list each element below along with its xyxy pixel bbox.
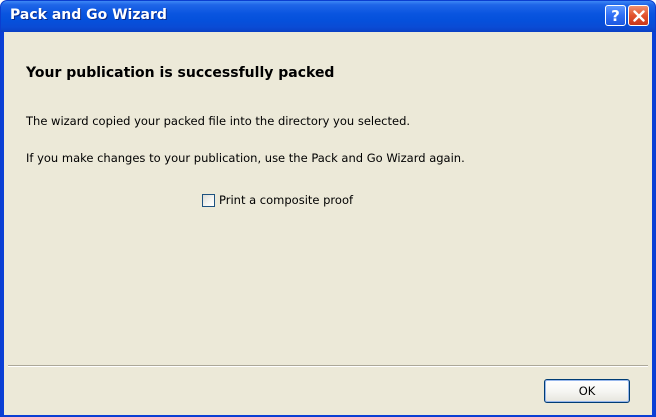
separator	[8, 365, 648, 367]
ok-button[interactable]: OK	[544, 379, 630, 403]
dialog-body: Your publication is successfully packed …	[4, 32, 652, 415]
composite-proof-checkbox[interactable]	[202, 193, 215, 207]
pack-and-go-wizard-dialog: Pack and Go Wizard ? Your publication is…	[0, 0, 656, 417]
title-bar[interactable]: Pack and Go Wizard ?	[1, 1, 655, 32]
info-text-changes: If you make changes to your publication,…	[26, 151, 465, 165]
window-title: Pack and Go Wizard	[10, 7, 167, 23]
close-button[interactable]	[628, 5, 649, 26]
info-text-copied: The wizard copied your packed file into …	[26, 114, 411, 128]
close-icon	[632, 9, 645, 22]
page-heading: Your publication is successfully packed	[26, 65, 335, 81]
composite-proof-option[interactable]: Print a composite proof	[202, 192, 353, 208]
composite-proof-label[interactable]: Print a composite proof	[219, 193, 353, 207]
help-button[interactable]: ?	[605, 5, 626, 26]
help-icon: ?	[611, 6, 620, 25]
